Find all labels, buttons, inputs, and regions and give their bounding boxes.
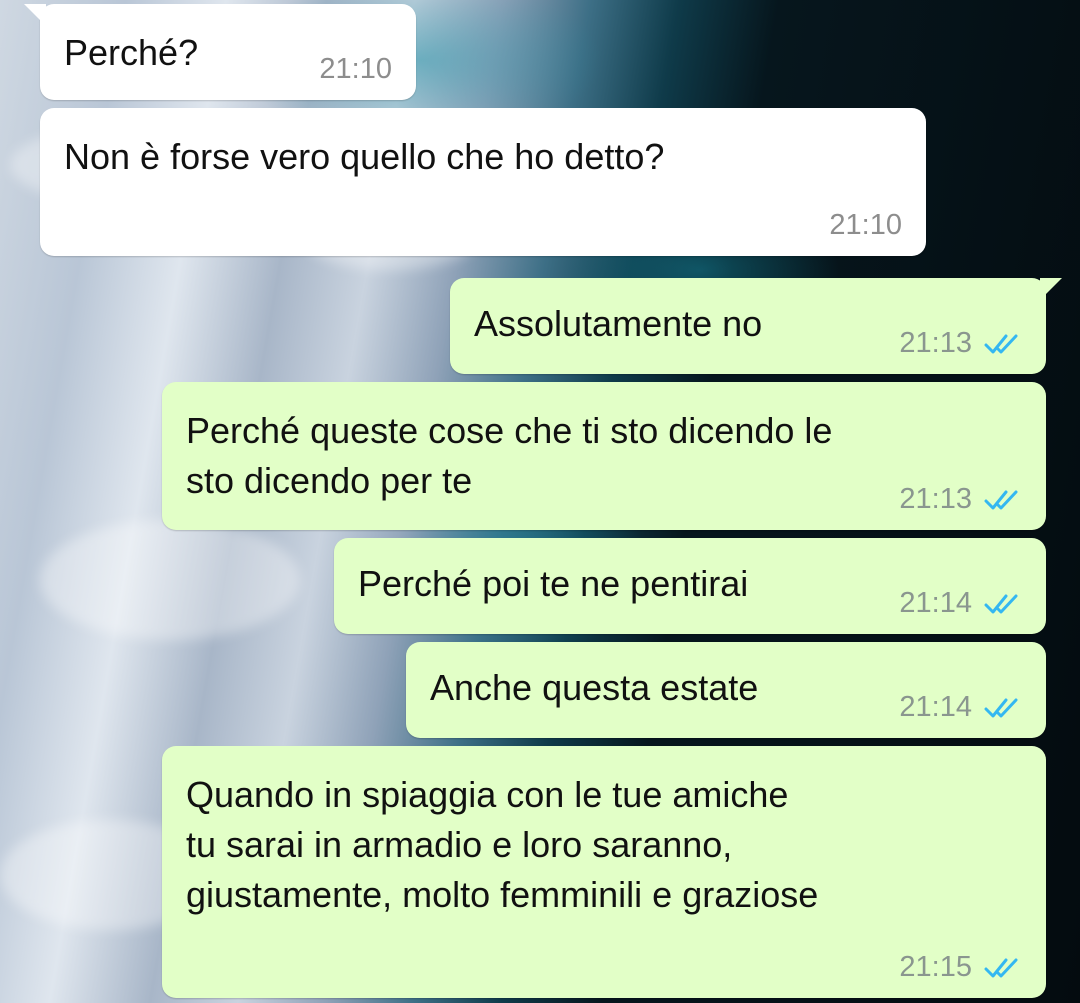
message-meta: 21:15 — [899, 951, 1022, 984]
outgoing-message[interactable]: Anche questa estate 21:14 — [406, 642, 1046, 738]
message-text: Non è forse vero quello che ho detto? — [64, 136, 665, 177]
message-meta: 21:14 — [899, 587, 1022, 620]
message-meta: 21:13 — [899, 483, 1022, 516]
message-text: Quando in spiaggia con le tue amiche tu … — [186, 774, 819, 915]
message-meta: 21:10 — [319, 53, 392, 86]
message-text: Perché poi te ne pentirai — [358, 563, 749, 604]
message-meta: 21:10 — [829, 209, 902, 242]
double-check-read-icon — [984, 594, 1018, 613]
message-text: Perché? — [64, 32, 199, 73]
message-time: 21:13 — [899, 327, 972, 359]
message-time: 21:10 — [319, 53, 392, 85]
bubble-tail — [24, 4, 46, 26]
double-check-read-icon — [984, 490, 1018, 509]
message-time: 21:14 — [899, 587, 972, 619]
bubble-tail — [1040, 278, 1062, 300]
outgoing-message[interactable]: Perché queste cose che ti sto dicendo le… — [162, 382, 1046, 530]
double-check-read-icon — [984, 334, 1018, 353]
message-time: 21:13 — [899, 483, 972, 515]
message-meta: 21:13 — [899, 327, 1022, 360]
outgoing-message[interactable]: Quando in spiaggia con le tue amiche tu … — [162, 746, 1046, 998]
message-meta: 21:14 — [899, 691, 1022, 724]
incoming-message[interactable]: Non è forse vero quello che ho detto? 21… — [40, 108, 926, 256]
message-text: Assolutamente no — [474, 303, 763, 344]
message-list[interactable]: Perché? 21:10 Non è forse vero quello ch… — [0, 0, 1080, 1003]
outgoing-message[interactable]: Perché poi te ne pentirai 21:14 — [334, 538, 1046, 634]
double-check-read-icon — [984, 698, 1018, 717]
message-time: 21:10 — [829, 209, 902, 241]
message-text: Anche questa estate — [430, 667, 759, 708]
message-time: 21:14 — [899, 691, 972, 723]
outgoing-message[interactable]: Assolutamente no 21:13 — [450, 278, 1062, 374]
incoming-message[interactable]: Perché? 21:10 — [24, 4, 416, 100]
message-time: 21:15 — [899, 951, 972, 983]
double-check-read-icon — [984, 958, 1018, 977]
message-text: Perché queste cose che ti sto dicendo le… — [186, 410, 833, 501]
